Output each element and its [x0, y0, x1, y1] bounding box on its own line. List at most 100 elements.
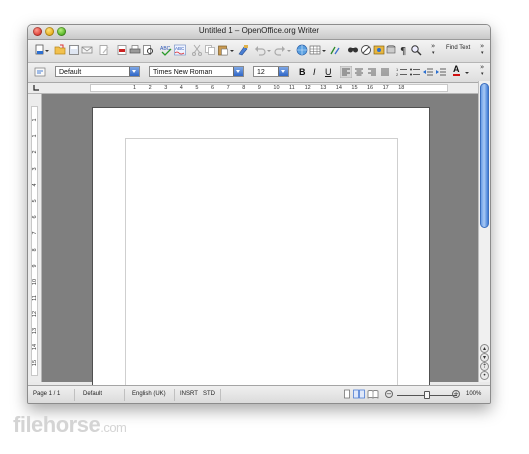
- data-sources-icon[interactable]: [385, 44, 397, 56]
- book-view-icon[interactable]: [367, 389, 379, 399]
- vertical-ruler-mark: 7: [32, 231, 38, 235]
- page-preview-icon[interactable]: [142, 44, 154, 56]
- tab-stop-type-icon[interactable]: [32, 84, 40, 92]
- navigation-target-icon[interactable]: •: [480, 371, 489, 380]
- find-toolbar-chevron-icon[interactable]: ▾: [481, 50, 484, 56]
- document-page[interactable]: [92, 107, 430, 398]
- export-pdf-icon[interactable]: [116, 44, 128, 56]
- paragraph-style-select[interactable]: Default: [55, 66, 140, 77]
- decrease-indent-icon[interactable]: [422, 66, 434, 78]
- zoom-out-icon[interactable]: −: [385, 390, 393, 398]
- open-folder-icon[interactable]: [54, 44, 66, 56]
- format-toolbar-chevron-icon[interactable]: ▾: [481, 71, 484, 77]
- watermark-tld: .com: [100, 420, 127, 435]
- svg-text:ABC: ABC: [175, 46, 185, 51]
- zoom-level[interactable]: 100%: [466, 391, 481, 397]
- window-title: Untitled 1 – OpenOffice.org Writer: [198, 26, 320, 35]
- table-dropdown-icon[interactable]: [321, 44, 327, 56]
- zoom-icon[interactable]: [410, 44, 422, 56]
- undo-dropdown-icon[interactable]: [266, 44, 272, 56]
- align-right-icon[interactable]: [366, 66, 378, 78]
- toolbar-overflow-chevron-icon[interactable]: ▾: [432, 50, 435, 56]
- horizontal-ruler[interactable]: 1 2 3 4 5 6 7 8 9 10 11 12 13 14 15 16 17 18: [28, 83, 490, 94]
- format-toolbar-overflow-icon[interactable]: »: [480, 63, 484, 71]
- underline-button[interactable]: U: [325, 67, 332, 77]
- ruler-mark: 3: [164, 85, 168, 91]
- status-divider: [174, 389, 175, 401]
- find-replace-icon[interactable]: [347, 44, 359, 56]
- page-count[interactable]: Page 1 / 1: [33, 391, 60, 397]
- paragraph-style-dropdown-icon[interactable]: [129, 67, 139, 76]
- clone-formatting-icon[interactable]: [237, 44, 249, 56]
- document-canvas[interactable]: [42, 94, 478, 398]
- bullets-icon[interactable]: [409, 66, 421, 78]
- edit-file-icon[interactable]: [98, 44, 110, 56]
- show-draw-functions-icon[interactable]: [329, 44, 341, 56]
- justify-icon[interactable]: [379, 66, 391, 78]
- vertical-ruler-mark: 14: [32, 343, 38, 350]
- vertical-ruler[interactable]: 1 1 2 3 4 5 6 7 8 9 10 11 12 13 14 15: [28, 94, 42, 382]
- vertical-ruler-mark: 4: [32, 183, 38, 187]
- hyperlink-icon[interactable]: [296, 44, 308, 56]
- insert-mode-status[interactable]: INSRT: [180, 391, 198, 397]
- undo-icon[interactable]: [254, 44, 266, 56]
- autospellcheck-icon[interactable]: ABC: [174, 44, 186, 56]
- ruler-mark: 16: [367, 85, 374, 91]
- new-dropdown-icon[interactable]: [44, 44, 50, 56]
- navigator-icon[interactable]: [360, 44, 372, 56]
- formatting-marks-icon[interactable]: ¶: [398, 44, 410, 56]
- single-page-view-icon[interactable]: [342, 389, 352, 399]
- writer-window: Untitled 1 – OpenOffice.org Writer ABC A…: [27, 24, 491, 404]
- paste-icon[interactable]: [217, 44, 229, 56]
- gallery-icon[interactable]: [373, 44, 385, 56]
- formatting-toolbar: Default Times New Roman 12 B I U 12 A » …: [28, 63, 490, 83]
- ruler-numbers: 1 2 3 4 5 6 7 8 9 10 11 12 13 14 15 16 17 18: [91, 85, 447, 91]
- language-status[interactable]: English (UK): [132, 391, 166, 397]
- vertical-ruler-mark: 3: [32, 167, 38, 171]
- save-icon[interactable]: [68, 44, 80, 56]
- vertical-ruler-mark: 8: [32, 248, 38, 252]
- redo-icon[interactable]: [274, 44, 286, 56]
- vertical-scroll-thumb[interactable]: [480, 83, 489, 228]
- find-text-field[interactable]: Find Text: [446, 45, 470, 51]
- ruler-mark: 2: [148, 85, 152, 91]
- increase-indent-icon[interactable]: [435, 66, 447, 78]
- ruler-mark: 13: [320, 85, 327, 91]
- scroll-up-arrow-icon[interactable]: ▴: [480, 344, 489, 353]
- vertical-ruler-mark: 2: [32, 150, 38, 154]
- font-color-dropdown-icon[interactable]: [464, 66, 470, 78]
- font-size-value: 12: [257, 69, 265, 76]
- vertical-scrollbar[interactable]: ▴ ▾ ⇡ •: [478, 81, 490, 382]
- cut-icon[interactable]: [191, 44, 203, 56]
- font-name-dropdown-icon[interactable]: [233, 67, 243, 76]
- paste-dropdown-icon[interactable]: [229, 44, 235, 56]
- font-name-select[interactable]: Times New Roman: [149, 66, 244, 77]
- bold-button[interactable]: B: [299, 67, 306, 77]
- ruler-mark: 10: [273, 85, 280, 91]
- font-color-button[interactable]: A: [453, 65, 460, 76]
- table-icon[interactable]: [309, 44, 321, 56]
- previous-page-icon[interactable]: ⇡: [480, 362, 489, 371]
- align-center-icon[interactable]: [353, 66, 365, 78]
- scroll-down-arrow-icon[interactable]: ▾: [480, 353, 489, 362]
- zoom-in-icon[interactable]: +: [452, 390, 460, 398]
- selection-mode-status[interactable]: STD: [203, 391, 215, 397]
- align-left-icon[interactable]: [340, 66, 352, 78]
- find-toolbar-overflow-icon[interactable]: »: [480, 42, 484, 50]
- email-icon[interactable]: [81, 44, 93, 56]
- paragraph-style-value: Default: [59, 69, 82, 76]
- multi-page-view-icon[interactable]: [353, 389, 365, 399]
- font-size-select[interactable]: 12: [253, 66, 289, 77]
- italic-button[interactable]: I: [313, 67, 316, 77]
- redo-dropdown-icon[interactable]: [286, 44, 292, 56]
- numbering-icon[interactable]: 12: [396, 66, 408, 78]
- page-style-status[interactable]: Default: [83, 391, 102, 397]
- toolbar-overflow-icon[interactable]: »: [431, 42, 435, 50]
- copy-icon[interactable]: [204, 44, 216, 56]
- zoom-slider-handle[interactable]: [424, 391, 430, 399]
- filehorse-watermark-logo: filehorse.com: [13, 412, 127, 438]
- spellcheck-icon[interactable]: ABC: [160, 44, 172, 56]
- print-icon[interactable]: [129, 44, 141, 56]
- font-size-dropdown-icon[interactable]: [278, 67, 288, 76]
- styles-formatting-icon[interactable]: [34, 66, 46, 78]
